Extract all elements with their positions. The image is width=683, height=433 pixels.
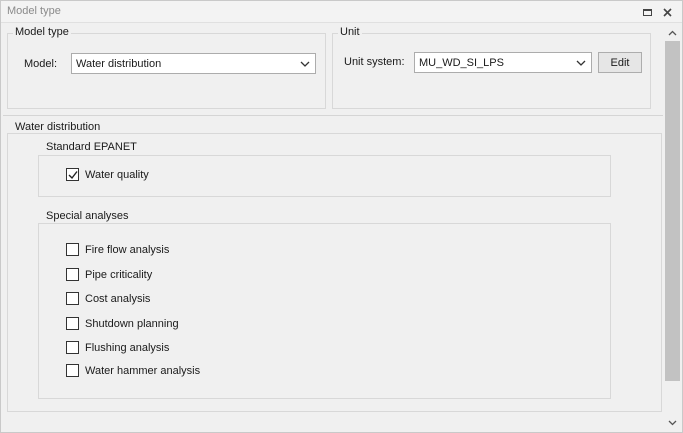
water-hammer-analysis-label: Water hammer analysis (85, 365, 201, 377)
model-select-value: Water distribution (76, 58, 162, 70)
edit-button[interactable]: Edit (598, 52, 642, 73)
chevron-down-icon (300, 61, 310, 67)
unit-system-label: Unit system: (344, 56, 405, 68)
water-quality-label: Water quality (85, 169, 149, 181)
water-distribution-legend: Water distribution (13, 121, 103, 133)
fire-flow-analysis-checkbox[interactable] (66, 243, 79, 256)
unit-system-select[interactable]: MU_WD_SI_LPS (414, 52, 592, 73)
model-label: Model: (24, 58, 58, 70)
flushing-analysis-checkbox[interactable] (66, 341, 79, 354)
flushing-analysis-label: Flushing analysis (85, 342, 170, 354)
water-hammer-analysis-checkbox[interactable] (66, 364, 79, 377)
shutdown-planning-label: Shutdown planning (85, 318, 179, 330)
chevron-down-icon (576, 60, 586, 66)
cost-analysis-checkbox[interactable] (66, 292, 79, 305)
model-select[interactable]: Water distribution (71, 53, 316, 74)
fire-flow-analysis-label: Fire flow analysis (85, 244, 170, 256)
model-type-legend: Model type (13, 26, 71, 38)
restore-icon (642, 8, 652, 16)
window-title: Model type (7, 5, 61, 17)
pipe-criticality-checkbox[interactable] (66, 268, 79, 281)
restore-button[interactable] (639, 4, 655, 20)
checkmark-icon (68, 171, 78, 180)
standard-epanet-legend: Standard EPANET (44, 141, 139, 153)
special-analyses-legend: Special analyses (44, 210, 131, 222)
scroll-up-icon[interactable] (668, 29, 677, 38)
scroll-down-icon[interactable] (668, 418, 677, 427)
unit-system-value: MU_WD_SI_LPS (419, 57, 504, 69)
scrollbar-thumb[interactable] (665, 41, 680, 381)
model-type-window: Model type Model type Model: Water distr… (0, 0, 683, 433)
unit-legend: Unit (338, 26, 362, 38)
water-quality-checkbox[interactable] (66, 168, 79, 181)
title-bar: Model type (1, 1, 682, 23)
vertical-scrollbar[interactable] (663, 24, 682, 432)
close-button[interactable] (659, 4, 675, 20)
section-divider (3, 115, 663, 116)
shutdown-planning-checkbox[interactable] (66, 317, 79, 330)
close-icon (662, 7, 672, 17)
content-area: Model type Model: Water distribution Uni… (2, 24, 663, 432)
cost-analysis-label: Cost analysis (85, 293, 151, 305)
pipe-criticality-label: Pipe criticality (85, 269, 153, 281)
